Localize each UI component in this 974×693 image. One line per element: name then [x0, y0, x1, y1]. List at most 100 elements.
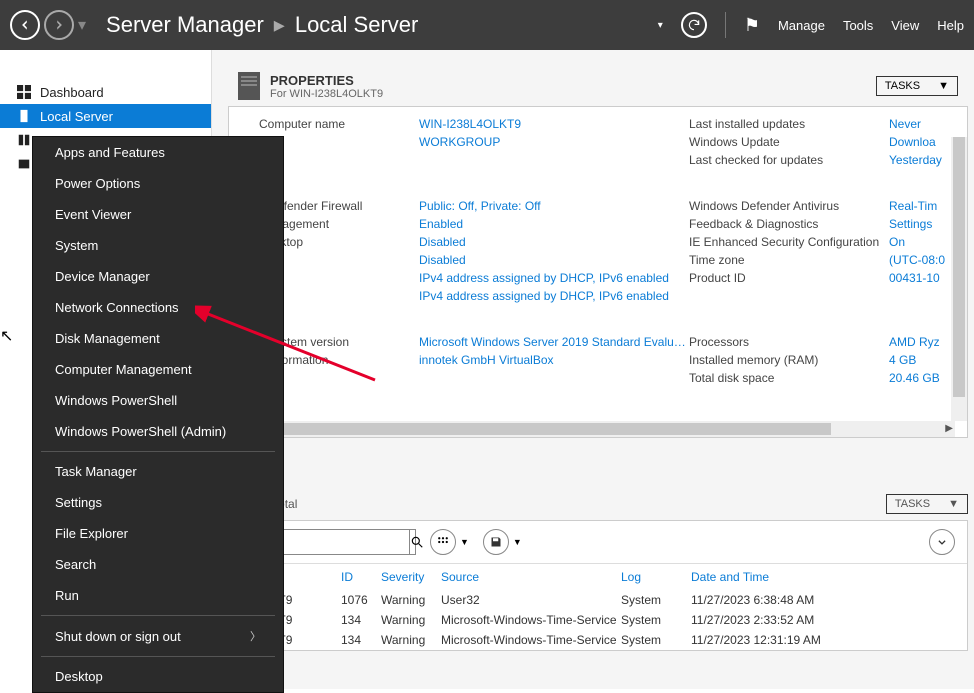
nav-local-server-label: Local Server: [40, 109, 113, 124]
refresh-button[interactable]: [681, 12, 707, 38]
search-icon[interactable]: [409, 530, 424, 554]
prop-label: Installed memory (RAM): [689, 353, 889, 367]
events-cell-source: User32: [441, 593, 621, 607]
prop-value[interactable]: IPv4 address assigned by DHCP, IPv6 enab…: [419, 271, 689, 285]
events-cell-date: 11/27/2023 12:31:19 AM: [691, 633, 851, 647]
main-content: PROPERTIES For WIN-I238L4OLKT9 TASKS ▼ C…: [212, 50, 974, 689]
properties-subtitle: For WIN-I238L4OLKT9: [270, 88, 383, 100]
prop-value[interactable]: Disabled: [419, 235, 689, 249]
ctx-shutdown[interactable]: Shut down or sign out 〉: [33, 620, 283, 652]
events-filter-button[interactable]: [430, 529, 456, 555]
breadcrumb-root[interactable]: Server Manager: [106, 12, 264, 38]
nav-back-button[interactable]: [10, 10, 40, 40]
breadcrumb-more-icon[interactable]: ▾: [658, 20, 663, 31]
ctx-network-connections[interactable]: Network Connections: [33, 292, 283, 323]
ctx-system[interactable]: System: [33, 230, 283, 261]
dashboard-icon: [16, 84, 32, 100]
menu-view[interactable]: View: [891, 18, 919, 33]
ctx-settings[interactable]: Settings: [33, 487, 283, 518]
menu-help[interactable]: Help: [937, 18, 964, 33]
events-cell-log: System: [621, 613, 691, 627]
breadcrumb-separator-icon: ▸: [274, 12, 285, 38]
notifications-flag-icon[interactable]: ⚑: [744, 15, 760, 36]
prop-value[interactable]: [419, 153, 689, 167]
server-tower-icon: [238, 72, 260, 100]
nav-dashboard[interactable]: Dashboard: [0, 80, 211, 104]
events-cell-source: Microsoft-Windows-Time-Service: [441, 613, 621, 627]
ctx-desktop[interactable]: Desktop: [33, 661, 283, 692]
ctx-apps-and-features[interactable]: Apps and Features: [33, 137, 283, 168]
events-save-button[interactable]: [483, 529, 509, 555]
events-row[interactable]: L4OLKT9134WarningMicrosoft-Windows-Time-…: [229, 630, 967, 650]
prop-value[interactable]: [419, 371, 689, 385]
menu-manage[interactable]: Manage: [778, 18, 825, 33]
chevron-down-icon: ▼: [948, 498, 959, 510]
ctx-windows-powershell-admin-[interactable]: Windows PowerShell (Admin): [33, 416, 283, 447]
col-source[interactable]: Source: [441, 570, 621, 584]
breadcrumb-current[interactable]: Local Server: [295, 12, 419, 38]
menu-tools[interactable]: Tools: [843, 18, 873, 33]
prop-label: Windows Update: [689, 135, 889, 149]
prop-label: Product ID: [689, 271, 889, 285]
ctx-device-manager[interactable]: Device Manager: [33, 261, 283, 292]
start-context-menu: Apps and FeaturesPower OptionsEvent View…: [32, 136, 284, 693]
prop-value[interactable]: innotek GmbH VirtualBox: [419, 353, 689, 367]
nav-local-server[interactable]: Local Server: [0, 104, 211, 128]
prop-label: IE Enhanced Security Configuration: [689, 235, 889, 249]
tasks-label: TASKS: [895, 498, 930, 510]
ctx-task-manager[interactable]: Task Manager: [33, 456, 283, 487]
events-subheader: 25 total TASKS ▼: [228, 438, 968, 520]
events-cell-id: 134: [341, 613, 381, 627]
nav-history-dropdown[interactable]: ▾: [78, 15, 86, 35]
prop-value[interactable]: Never: [889, 117, 967, 131]
topbar-right: ▾ ⚑ Manage Tools View Help: [658, 12, 964, 38]
tasks-label: TASKS: [885, 80, 920, 92]
file-services-icon: [16, 156, 32, 172]
nav-dashboard-label: Dashboard: [40, 85, 104, 100]
prop-label: Processors: [689, 335, 889, 349]
chevron-down-icon[interactable]: ▼: [460, 537, 469, 547]
menu-separator: [41, 451, 275, 452]
events-expand-button[interactable]: [929, 529, 955, 555]
events-row[interactable]: L4OLKT9134WarningMicrosoft-Windows-Time-…: [229, 610, 967, 630]
prop-value[interactable]: Public: Off, Private: Off: [419, 199, 689, 213]
events-card: ▼ ▼ ame ID Severity Source Log Date and …: [228, 520, 968, 651]
chevron-right-icon: 〉: [250, 628, 261, 644]
properties-vscroll[interactable]: [951, 137, 967, 421]
properties-grid: Computer nameWIN-I238L4OLKT9Last install…: [259, 117, 955, 385]
ctx-file-explorer[interactable]: File Explorer: [33, 518, 283, 549]
col-severity[interactable]: Severity: [381, 570, 441, 584]
ctx-windows-powershell[interactable]: Windows PowerShell: [33, 385, 283, 416]
prop-value[interactable]: Enabled: [419, 217, 689, 231]
col-id[interactable]: ID: [341, 570, 381, 584]
events-row[interactable]: L4OLKT91076WarningUser32System11/27/2023…: [229, 590, 967, 610]
ctx-power-options[interactable]: Power Options: [33, 168, 283, 199]
ctx-computer-management[interactable]: Computer Management: [33, 354, 283, 385]
ctx-shutdown-label: Shut down or sign out: [55, 629, 181, 644]
chevron-down-icon: ▼: [938, 80, 949, 92]
ctx-event-viewer[interactable]: Event Viewer: [33, 199, 283, 230]
events-toolbar: ▼ ▼: [229, 521, 967, 563]
prop-value[interactable]: Microsoft Windows Server 2019 Standard E…: [419, 335, 689, 349]
ctx-disk-management[interactable]: Disk Management: [33, 323, 283, 354]
col-log[interactable]: Log: [621, 570, 691, 584]
prop-value[interactable]: Disabled: [419, 253, 689, 267]
properties-tasks-button[interactable]: TASKS ▼: [876, 76, 958, 96]
menu-separator: [41, 656, 275, 657]
properties-hscroll[interactable]: ▶: [241, 421, 955, 437]
nav-forward-button[interactable]: [44, 10, 74, 40]
prop-value[interactable]: IPv4 address assigned by DHCP, IPv6 enab…: [419, 289, 689, 303]
prop-value[interactable]: WORKGROUP: [419, 135, 689, 149]
ctx-search[interactable]: Search: [33, 549, 283, 580]
events-cell-log: System: [621, 633, 691, 647]
col-date[interactable]: Date and Time: [691, 570, 851, 584]
prop-value[interactable]: WIN-I238L4OLKT9: [419, 117, 689, 131]
events-tasks-button[interactable]: TASKS ▼: [886, 494, 968, 514]
ctx-run[interactable]: Run: [33, 580, 283, 611]
events-cell-source: Microsoft-Windows-Time-Service: [441, 633, 621, 647]
events-cell-date: 11/27/2023 2:33:52 AM: [691, 613, 851, 627]
events-cell-log: System: [621, 593, 691, 607]
prop-label: Feedback & Diagnostics: [689, 217, 889, 231]
separator: [725, 12, 726, 38]
chevron-down-icon[interactable]: ▼: [513, 537, 522, 547]
